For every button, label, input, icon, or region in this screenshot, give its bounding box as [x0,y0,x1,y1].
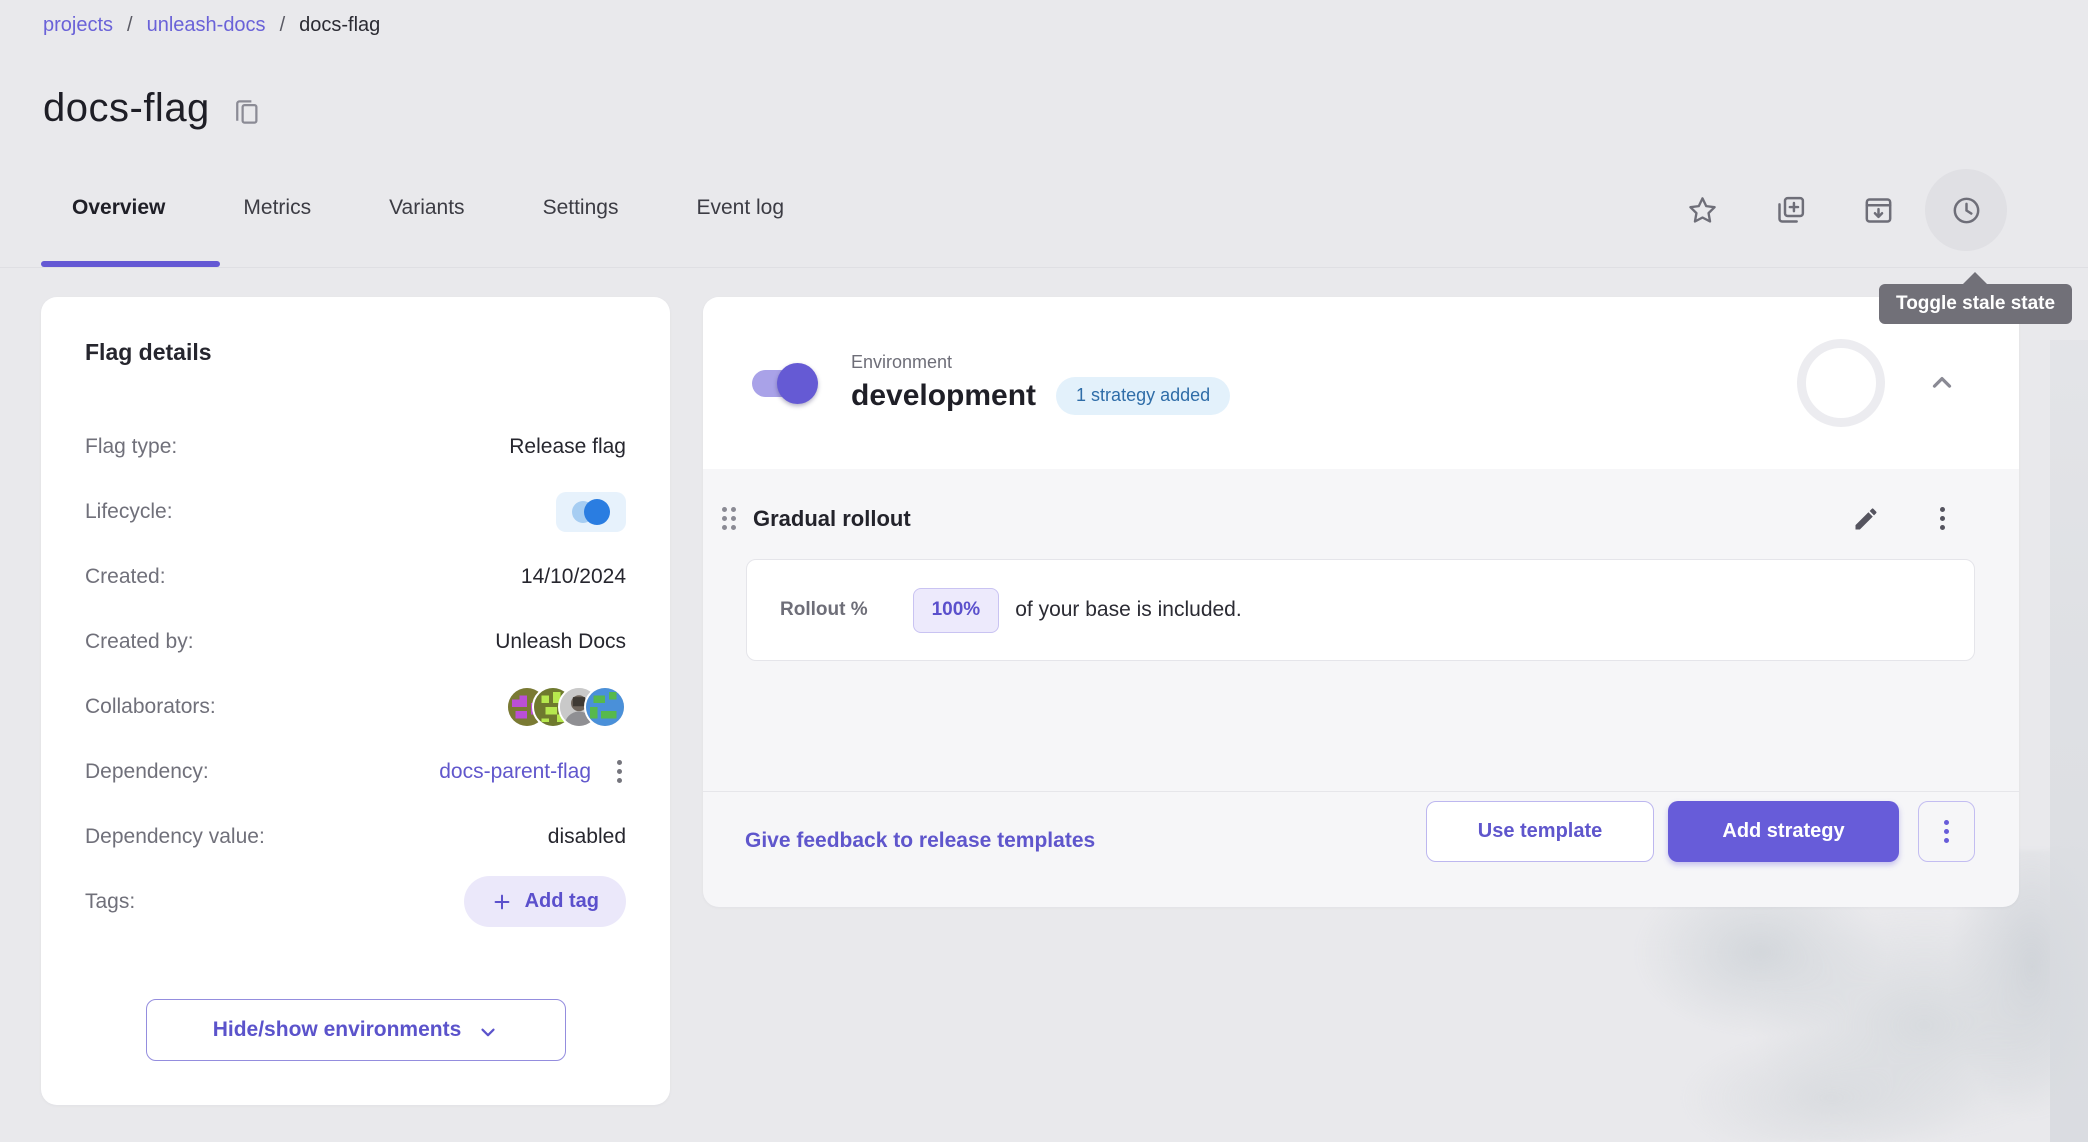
collaborators-label: Collaborators: [85,695,216,719]
flag-type-row: Flag type: Release flag [85,414,626,479]
dependency-value-label: Dependency value: [85,825,265,849]
plus-icon [491,891,513,913]
archive-icon [1862,194,1895,227]
copy-name-icon[interactable] [232,97,262,127]
page-title: docs-flag [43,86,210,131]
use-template-button[interactable]: Use template [1426,801,1654,862]
favorite-button[interactable] [1661,169,1743,251]
rollout-description: of your base is included. [1015,598,1241,622]
created-label: Created: [85,565,166,589]
toggle-knob [777,363,818,404]
edit-strategy-icon[interactable] [1852,505,1880,533]
breadcrumb-projects-link[interactable]: projects [43,14,113,37]
environment-toggle[interactable] [752,370,814,397]
strategy-count-badge: 1 strategy added [1056,377,1230,415]
copy-flag-button[interactable] [1749,169,1831,251]
tab-variants[interactable]: Variants [387,186,466,230]
drag-handle[interactable] [718,503,740,534]
rollout-summary: Rollout % 100% of your base is included. [746,559,1975,661]
tags-label: Tags: [85,890,135,914]
created-by-row: Created by: Unleash Docs [85,609,626,674]
toggle-stale-button[interactable] [1925,169,2007,251]
add-strategy-button[interactable]: Add strategy [1668,801,1899,862]
created-by-value: Unleash Docs [495,630,626,654]
dependency-link[interactable]: docs-parent-flag [439,760,591,784]
rollout-value-badge: 100% [913,588,1000,633]
breadcrumb: projects / unleash-docs / docs-flag [43,14,380,37]
hide-show-environments-button[interactable]: Hide/show environments [146,999,566,1061]
rollout-label: Rollout % [780,599,868,621]
strategy-title: Gradual rollout [753,506,911,532]
tabs-divider [0,267,2088,268]
strategy-menu-button[interactable] [1936,503,1949,534]
copy-plus-icon [1774,194,1807,227]
tooltip: Toggle stale state [1879,284,2072,324]
collaborator-avatars [506,686,626,728]
dependency-value: disabled [548,825,626,849]
flag-details-title: Flag details [85,339,626,366]
flag-actions-toolbar [1682,169,1986,251]
flag-overview-page: projects / unleash-docs / docs-flag docs… [0,0,2088,1142]
tab-event-log[interactable]: Event log [694,186,786,230]
lifecycle-label: Lifecycle: [85,500,173,524]
environment-card: Environment development 1 strategy added… [703,297,2019,907]
lifecycle-row: Lifecycle: [85,479,626,544]
breadcrumb-project-link[interactable]: unleash-docs [147,14,266,37]
created-value: 14/10/2024 [521,565,626,589]
breadcrumb-separator: / [280,14,286,37]
kebab-icon [1940,816,1953,847]
dependency-menu-button[interactable] [613,756,626,787]
breadcrumb-separator: / [127,14,133,37]
created-by-label: Created by: [85,630,194,654]
lifecycle-stage-icon[interactable] [556,492,626,532]
environment-header: Environment development 1 strategy added [703,297,2019,469]
tab-settings[interactable]: Settings [541,186,621,230]
chevron-up-icon[interactable] [1927,368,1957,398]
environment-footer: Give feedback to release templates Use t… [703,791,2019,907]
environment-name: development [851,379,1036,413]
page-title-row: docs-flag [43,86,262,131]
collaborators-row: Collaborators: [85,674,626,739]
dependency-label: Dependency: [85,760,209,784]
collaborator-avatar [584,686,626,728]
star-icon [1686,194,1719,227]
created-row: Created: 14/10/2024 [85,544,626,609]
chevron-down-icon [477,1021,499,1043]
tab-metrics[interactable]: Metrics [241,186,313,230]
rollout-progress-ring [1797,339,1885,427]
flag-details-card: Flag details Flag type: Release flag Lif… [41,297,670,1105]
dependency-value-row: Dependency value: disabled [85,804,626,869]
tab-bar: Overview Metrics Variants Settings Event… [70,186,786,230]
more-strategies-menu-button[interactable] [1918,801,1975,862]
dependency-row: Dependency: docs-parent-flag [85,739,626,804]
tab-overview[interactable]: Overview [70,186,167,230]
tags-row: Tags: Add tag [85,869,626,934]
archive-flag-button[interactable] [1837,169,1919,251]
flag-type-label: Flag type: [85,435,177,459]
release-templates-feedback-link[interactable]: Give feedback to release templates [745,829,1095,853]
breadcrumb-current: docs-flag [299,14,380,37]
background-edge-strip [2050,340,2088,1142]
flag-type-value: Release flag [509,435,626,459]
strategy-header: Gradual rollout [703,503,2019,534]
add-tag-button[interactable]: Add tag [464,876,626,927]
clock-icon [1950,194,1983,227]
environment-label: Environment [851,352,1230,373]
